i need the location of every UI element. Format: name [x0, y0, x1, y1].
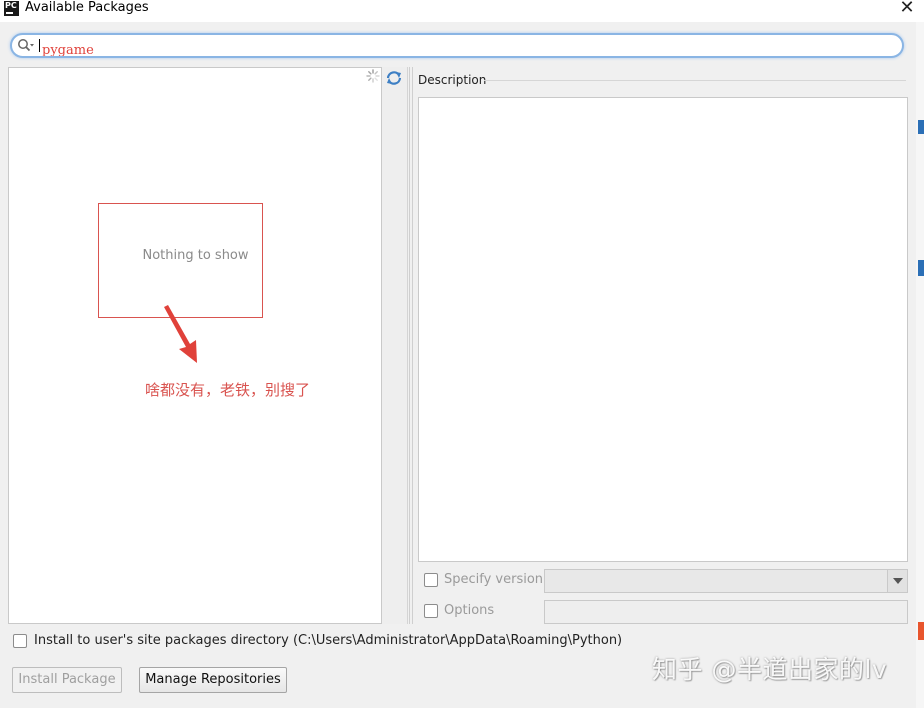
annotation-arrow-icon — [164, 305, 197, 363]
description-panel — [418, 97, 908, 562]
options-label: Options — [444, 603, 495, 618]
background-window-mark — [918, 622, 924, 640]
options-checkbox[interactable] — [424, 604, 438, 618]
user-site-label: Install to user's site packages director… — [34, 633, 623, 648]
search-field[interactable] — [10, 33, 904, 58]
chevron-down-icon[interactable] — [887, 570, 907, 592]
text-cursor — [39, 39, 40, 52]
title-bar: PC Available Packages ✕ — [0, 0, 924, 22]
empty-state-highlight: Nothing to show — [98, 203, 263, 318]
panel-splitter[interactable] — [409, 67, 415, 624]
watermark: 知乎 @半道出家的lv — [652, 655, 888, 684]
options-field[interactable] — [544, 600, 908, 624]
pycharm-app-icon: PC — [4, 1, 19, 16]
empty-state-message: Nothing to show — [142, 248, 249, 263]
install-package-button[interactable]: Install Package — [12, 667, 122, 693]
specify-version-checkbox[interactable] — [424, 573, 438, 587]
refresh-icon[interactable] — [385, 70, 403, 86]
description-label: Description — [418, 73, 487, 87]
search-icon[interactable] — [17, 38, 37, 54]
manage-repositories-button[interactable]: Manage Repositories — [139, 667, 287, 693]
description-divider — [484, 80, 906, 81]
version-select[interactable] — [544, 569, 908, 593]
close-button[interactable]: ✕ — [896, 0, 918, 18]
background-window-mark — [918, 260, 924, 276]
loading-spinner-icon — [366, 69, 380, 83]
annotation-text: 啥都没有，老铁，别搜了 — [145, 381, 311, 399]
search-input[interactable] — [42, 38, 882, 56]
specify-version-label: Specify version — [444, 572, 544, 587]
window-title: Available Packages — [25, 0, 149, 15]
background-window-mark — [918, 120, 924, 134]
user-site-checkbox[interactable] — [13, 634, 27, 648]
list-toolbar — [382, 67, 408, 624]
